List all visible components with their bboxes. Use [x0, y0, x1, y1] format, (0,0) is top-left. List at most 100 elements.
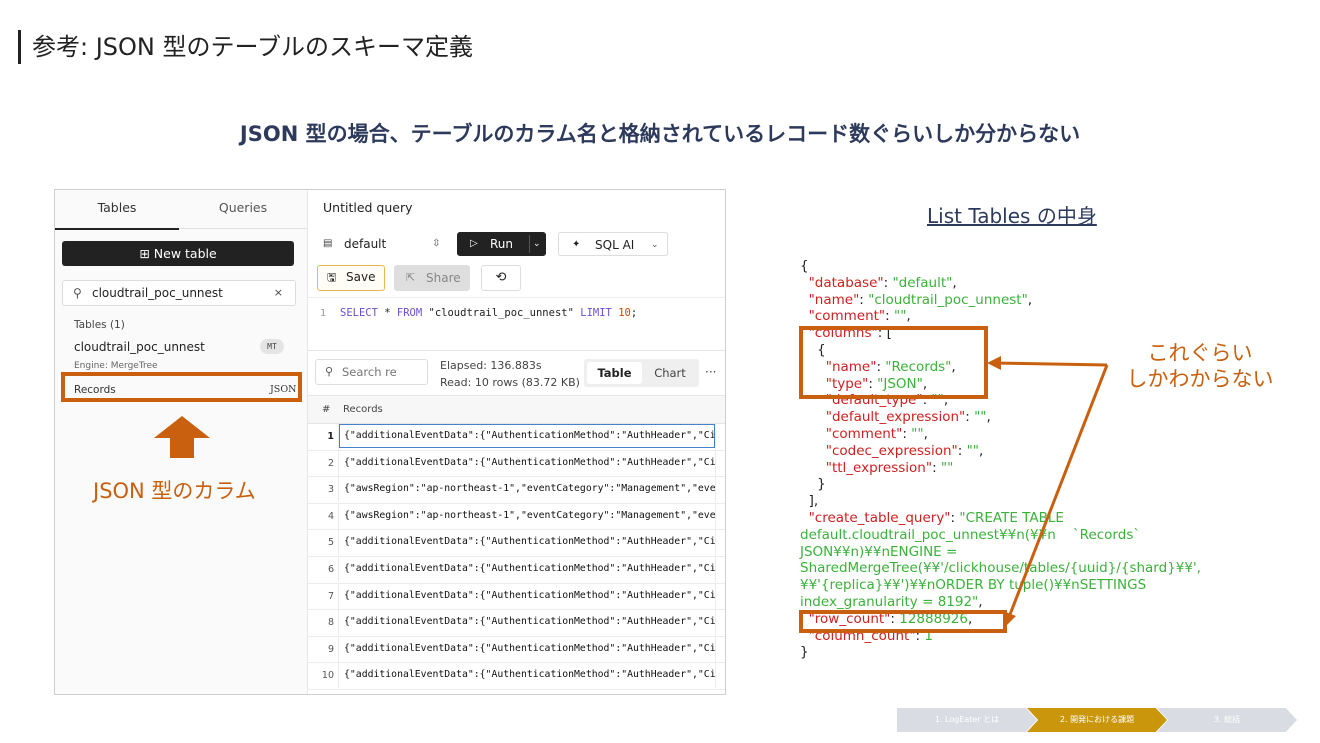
records-cell[interactable]: {"additionalEventData":{"AuthenticationM… — [338, 556, 716, 582]
table-row[interactable]: 2 {"additionalEventData":{"Authentication… — [308, 449, 725, 478]
records-cell[interactable]: {"additionalEventData":{"AuthenticationM… — [338, 582, 716, 609]
note-line-2: しかわからない — [1126, 367, 1274, 391]
sparkle-icon: ✦ — [572, 239, 581, 250]
sql-keyword: FROM — [396, 307, 423, 319]
table-row[interactable]: 3 {"awsRegion":"ap-northeast-1","eventCat… — [308, 476, 725, 504]
json-token: , — [978, 442, 984, 459]
json-token: "" — [966, 442, 979, 459]
json-token: , — [1027, 291, 1033, 308]
tab-queries[interactable]: Queries — [179, 190, 307, 229]
view-chart-button[interactable]: Chart — [644, 362, 696, 384]
sql-statement[interactable]: SELECT * FROM "cloudtrail_poc_unnest" LI… — [340, 307, 637, 319]
json-token: : — [957, 442, 967, 459]
share-button[interactable]: ⇱ Share — [394, 265, 470, 291]
json-token: "" — [893, 308, 907, 325]
json-token: "" — [911, 426, 924, 442]
json-token: "codec_expression" — [800, 442, 958, 459]
results-search-field[interactable]: ⚲ — [315, 359, 428, 385]
save-button[interactable]: 🖫 Save — [317, 265, 385, 291]
column-header-records[interactable]: Records — [343, 404, 383, 415]
sql-ai-button[interactable]: ✦ SQL AI ⌄ — [558, 232, 668, 256]
json-token: : — [859, 291, 869, 308]
row-number: 4 — [327, 510, 334, 522]
records-cell[interactable]: {"additionalEventData":{"AuthenticationM… — [338, 609, 716, 636]
row-count-highlight — [799, 610, 1007, 633]
columns-highlight — [799, 326, 988, 399]
json-line: "ttl_expression": "" — [800, 459, 954, 477]
table-row[interactable]: 1 {"additionalEventData":{"Authentication… — [308, 423, 725, 451]
table-row[interactable]: 5 {"additionalEventData":{"Authentication… — [308, 529, 725, 557]
json-token: } — [800, 644, 809, 661]
progress-step: 2. 開発における課題 — [1027, 708, 1167, 732]
row-number: 7 — [327, 590, 334, 602]
records-cell[interactable]: {"awsRegion":"ap-northeast-1","eventCate… — [338, 476, 716, 503]
json-token: "default" — [892, 274, 953, 291]
sql-limit-value: 10 — [618, 307, 631, 319]
table-search-value: cloudtrail_poc_unnest — [92, 286, 223, 300]
json-token: "comment" — [800, 308, 886, 325]
line-number: 1 — [320, 308, 327, 319]
history-button[interactable]: ⟲ — [481, 265, 521, 291]
json-line: JSON¥¥n)¥¥nENGINE = — [800, 544, 957, 561]
new-table-label: New table — [153, 246, 217, 261]
database-value: default — [344, 237, 387, 251]
database-select[interactable]: ▤ default ⇳ — [317, 232, 451, 256]
results-search-input[interactable] — [342, 363, 422, 381]
records-cell[interactable]: {"additionalEventData":{"AuthenticationM… — [338, 423, 716, 449]
json-line: "name": "cloudtrail_poc_unnest", — [800, 291, 1033, 309]
json-token: : — [932, 459, 941, 476]
table-row[interactable]: 6 {"additionalEventData":{"Authentication… — [308, 556, 725, 584]
table-row[interactable]: 10 {"additionalEventData":{"Authenticatio… — [308, 662, 725, 690]
json-line: index_granularity = 8192", — [800, 594, 983, 611]
more-options-icon[interactable]: ··· — [705, 359, 716, 385]
chevron-down-icon[interactable]: ⌄ — [533, 232, 541, 256]
table-row[interactable]: 7 {"additionalEventData":{"Authentication… — [308, 582, 725, 611]
table-row[interactable]: 4 {"awsRegion":"ap-northeast-1","eventCat… — [308, 502, 725, 531]
results-grid: # Records 1 {"additionalEventData":{"Auth… — [308, 395, 725, 694]
json-token: "comment" — [800, 426, 903, 442]
query-editor-panel: Untitled query ▤ default ⇳ ▷ Run ⌄ ✦ SQL… — [308, 190, 725, 694]
row-number: 3 — [327, 484, 334, 496]
results-grid-header: # Records — [308, 396, 725, 424]
history-icon: ⟲ — [495, 270, 507, 285]
progress-step: 1. LogEater とは — [897, 708, 1037, 732]
slide-title: 参考: JSON 型のテーブルのスキーマ定義 — [32, 33, 474, 61]
run-button[interactable]: ▷ Run ⌄ — [457, 232, 546, 256]
row-number-header: # — [322, 404, 331, 415]
json-token: : — [902, 426, 912, 442]
section-progress: 1. LogEater とは 2. 開発における課題 3. 総括 — [897, 708, 1297, 732]
json-token: ], — [800, 493, 819, 510]
tab-tables[interactable]: Tables — [55, 190, 179, 230]
records-cell[interactable]: {"additionalEventData":{"AuthenticationM… — [338, 635, 716, 662]
table-search-input[interactable]: ⚲ cloudtrail_poc_unnest × — [62, 280, 296, 306]
callout-arrows — [987, 356, 1109, 627]
table-row[interactable]: 9 {"additionalEventData":{"Authentication… — [308, 635, 725, 664]
records-cell[interactable]: {"additionalEventData":{"AuthenticationM… — [338, 662, 716, 689]
sql-keyword: SELECT — [340, 307, 378, 319]
json-line: "comment": "", — [800, 426, 928, 443]
json-token: , — [906, 308, 911, 325]
json-token: "cloudtrail_poc_unnest" — [868, 291, 1028, 308]
clear-icon[interactable]: × — [274, 281, 283, 305]
table-engine: Engine: MergeTree — [74, 361, 158, 371]
json-token: , — [923, 426, 928, 442]
share-label: Share — [426, 271, 461, 285]
records-cell[interactable]: {"additionalEventData":{"AuthenticationM… — [338, 449, 716, 476]
elapsed-time: Elapsed: 136.883s — [440, 359, 542, 372]
query-stats: Elapsed: 136.883s Read: 10 rows (83.72 K… — [440, 357, 580, 391]
sql-editor[interactable]: 1 SELECT * FROM "cloudtrail_poc_unnest" … — [308, 297, 725, 350]
new-table-button[interactable]: ⊞ New table — [62, 241, 294, 266]
records-cell[interactable]: {"awsRegion":"ap-northeast-1","eventCate… — [338, 502, 716, 529]
json-token: "create_table_query" — [800, 510, 951, 526]
row-number: 9 — [327, 643, 334, 655]
json-token: { — [800, 258, 809, 274]
arrow-up-icon — [154, 416, 210, 458]
view-table-button[interactable]: Table — [587, 362, 642, 384]
table-item-name[interactable]: cloudtrail_poc_unnest — [74, 340, 205, 354]
run-label: Run — [490, 237, 514, 251]
table-row[interactable]: 8 {"additionalEventData":{"Authentication… — [308, 609, 725, 637]
row-number: 10 — [321, 670, 334, 682]
records-cell[interactable]: {"additionalEventData":{"AuthenticationM… — [338, 529, 716, 556]
query-title[interactable]: Untitled query — [323, 200, 413, 215]
json-line: "default_expression": "", — [800, 409, 991, 426]
